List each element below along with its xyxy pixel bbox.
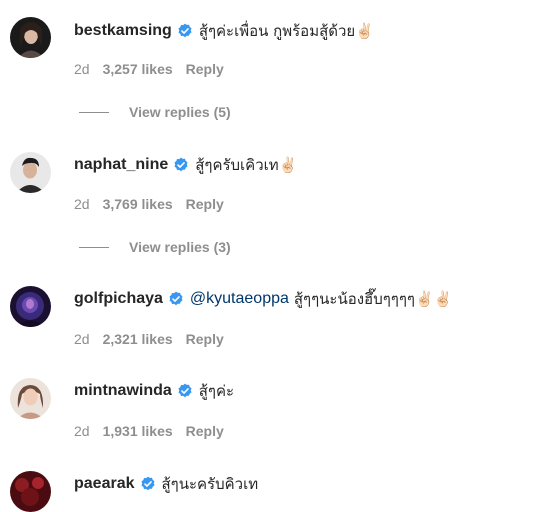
comment-text: สู้ๆครับเคิวเท✌🏻: [195, 156, 298, 174]
verified-badge-icon: [168, 291, 184, 307]
comment-username[interactable]: mintnawinda: [74, 382, 172, 400]
comment-time[interactable]: 2d: [74, 423, 90, 439]
comment-meta: 2d 3,769 likes Reply: [74, 196, 224, 212]
view-replies-label: View replies (3): [129, 239, 231, 255]
avatar[interactable]: [10, 286, 51, 327]
comment-meta: 2d 1,931 likes Reply: [74, 423, 224, 439]
comment-text: สู้ๆค่ะ: [198, 382, 235, 400]
view-replies-button[interactable]: View replies (5): [79, 104, 231, 120]
avatar[interactable]: [10, 471, 51, 512]
replies-divider: [79, 246, 109, 248]
comment-line: mintnawinda สู้ๆค่ะ: [74, 379, 234, 403]
comment-time[interactable]: 2d: [74, 61, 90, 77]
comment-username[interactable]: paearak: [74, 475, 135, 493]
comment-text: สู้ๆนะครับคิวเท: [161, 475, 259, 493]
reply-button[interactable]: Reply: [186, 61, 224, 77]
mention-link[interactable]: @kyutaeoppa: [190, 290, 289, 308]
comment-meta: 2d 3,257 likes Reply: [74, 61, 224, 77]
reply-button[interactable]: Reply: [186, 331, 224, 347]
comment-text: สู้ๆๆนะน้องฮึ๊บๆๆๆๆ✌🏻✌🏻: [293, 290, 453, 308]
verified-badge-icon: [173, 157, 189, 173]
comment-username[interactable]: bestkamsing: [74, 22, 172, 40]
comment-likes[interactable]: 2,321 likes: [103, 331, 173, 347]
verified-badge-icon: [140, 476, 156, 492]
comment-likes[interactable]: 3,769 likes: [103, 196, 173, 212]
comment-line: bestkamsing สู้ๆค่ะเพื่อน กูพร้อมสู้ด้วย…: [74, 19, 374, 43]
comment-line: naphat_nine สู้ๆครับเคิวเท✌🏻: [74, 153, 297, 177]
comment-username[interactable]: naphat_nine: [74, 156, 168, 174]
avatar[interactable]: [10, 152, 51, 193]
view-replies-label: View replies (5): [129, 104, 231, 120]
comment-time[interactable]: 2d: [74, 331, 90, 347]
comment-line: golfpichaya @kyutaeoppa สู้ๆๆนะน้องฮึ๊บๆ…: [74, 287, 452, 311]
verified-badge-icon: [177, 23, 193, 39]
reply-button[interactable]: Reply: [186, 423, 224, 439]
comment-likes[interactable]: 3,257 likes: [103, 61, 173, 77]
comment-username[interactable]: golfpichaya: [74, 290, 163, 308]
comment-line: paearak สู้ๆนะครับคิวเท: [74, 472, 258, 496]
replies-divider: [79, 111, 109, 113]
comment-likes[interactable]: 1,931 likes: [103, 423, 173, 439]
comment-meta: 2d 2,321 likes Reply: [74, 331, 224, 347]
view-replies-button[interactable]: View replies (3): [79, 239, 231, 255]
avatar[interactable]: [10, 17, 51, 58]
comment-time[interactable]: 2d: [74, 196, 90, 212]
avatar[interactable]: [10, 378, 51, 419]
reply-button[interactable]: Reply: [186, 196, 224, 212]
comment-text: สู้ๆค่ะเพื่อน กูพร้อมสู้ด้วย✌🏻: [198, 22, 374, 40]
verified-badge-icon: [177, 383, 193, 399]
